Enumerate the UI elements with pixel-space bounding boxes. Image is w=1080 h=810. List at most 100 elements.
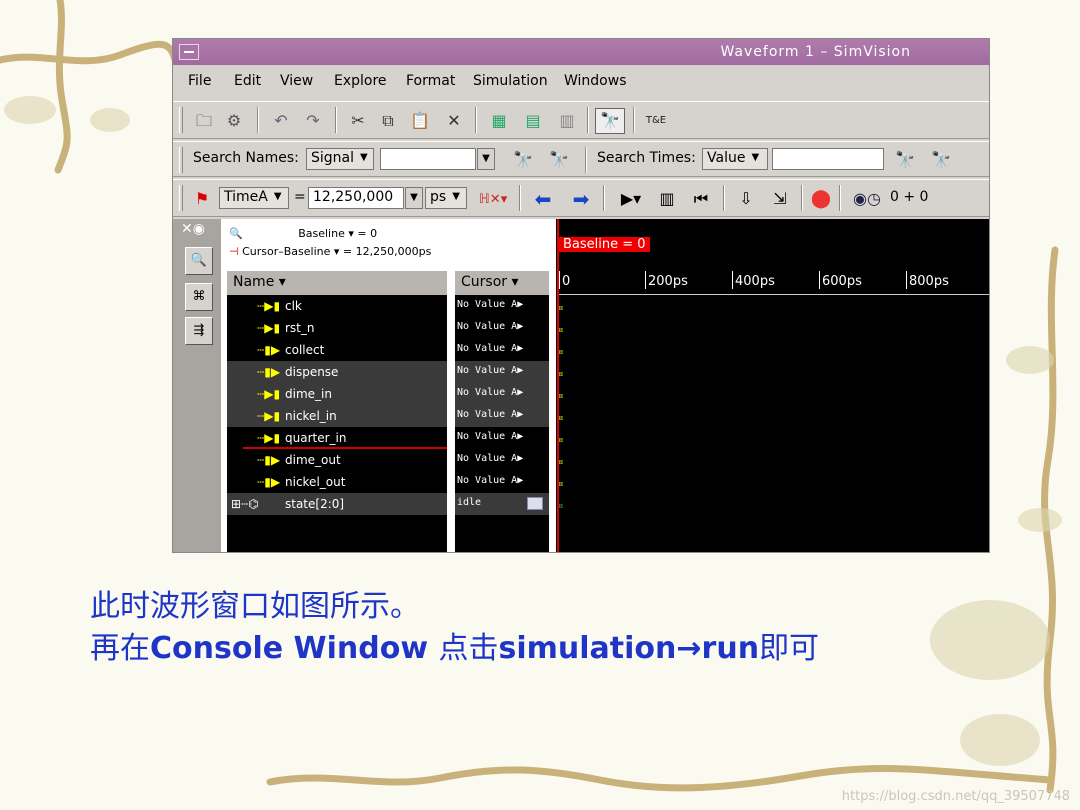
step-into-icon[interactable]: ⇩ <box>731 185 761 213</box>
baseline-info: 🔍 Baseline ▾ = 0 <box>229 227 378 240</box>
time-offset: 0 + 0 <box>890 189 929 205</box>
baseline-icon: 🔍 <box>229 227 243 240</box>
menu-windows[interactable]: Windows <box>564 73 627 89</box>
search-names-dropdown[interactable]: ▼ <box>477 148 495 170</box>
waveform-explore-icon[interactable]: ⌘ <box>185 283 213 311</box>
title-bar: Waveform 1 – SimVision <box>173 39 989 65</box>
arrow-left-icon[interactable]: ⬅ <box>527 187 559 211</box>
time-toolbar: ⚑ TimeA ▼ = 12,250,000 ▼ ps ▼ ℍ✕▾ ⬅ ➡ ▶▾ ▥… <box>173 179 989 217</box>
marker-flag-icon[interactable]: ⚑ <box>191 187 213 211</box>
stop-icon[interactable]: ⬤ <box>807 187 835 211</box>
signal-row[interactable]: ┄▶▮ dime_in <box>227 383 447 405</box>
menu-simulation[interactable]: Simulation <box>473 73 548 89</box>
cursor-value-row[interactable]: No Value A▶ <box>455 427 549 449</box>
svg-text:¤: ¤ <box>558 392 563 402</box>
window-menu-button[interactable] <box>179 44 199 60</box>
signal-row[interactable]: ┄▶▮ clk <box>227 295 447 317</box>
time-value-input[interactable]: 12,250,000 <box>308 187 404 209</box>
paste-icon[interactable]: 📋 <box>409 110 431 132</box>
time-offset-icon[interactable]: ◉◷ <box>847 187 887 211</box>
signal-row[interactable]: ┄▶▮ rst_n <box>227 317 447 339</box>
open-icon[interactable]: 🗀 <box>191 108 217 134</box>
cursor-value-row[interactable]: No Value A▶ <box>455 383 549 405</box>
bus-value-icon[interactable] <box>527 497 543 510</box>
bus-signal-icon: ⊞┄⌬ <box>231 497 259 511</box>
input-signal-icon: ┄▶▮ <box>257 409 281 423</box>
input-signal-icon: ┄▶▮ <box>257 321 281 335</box>
input-signal-icon: ┄▶▮ <box>257 387 281 401</box>
search-prev-icon[interactable]: 🔭 <box>507 148 539 172</box>
signal-row[interactable]: ┄▮▶ collect <box>227 339 447 361</box>
search-times-type-select[interactable]: Value ▼ <box>702 148 768 170</box>
run-icon[interactable]: ▶▾ <box>613 187 649 211</box>
signal-row[interactable]: ┄▶▮ nickel_in <box>227 405 447 427</box>
menu-format[interactable]: Format <box>406 73 455 89</box>
time-value-dropdown[interactable]: ▼ <box>405 187 423 209</box>
svg-text:¤: ¤ <box>558 502 563 512</box>
waveform-main-area: ✕◉ 🔍 ⌘ ⇶ 🔍 Baseline ▾ = 0 ⊣ Cursor–Basel… <box>173 219 989 552</box>
menu-view[interactable]: View <box>280 73 313 89</box>
waveform-traces: ¤ ¤ ¤ ¤ ¤ ¤ ¤ ¤ ¤ ¤ <box>558 304 563 512</box>
signal-row[interactable]: ⊞┄⌬ state[2:0] <box>227 493 447 515</box>
search-times-prev-icon[interactable]: 🔭 <box>889 148 921 172</box>
search-names-input[interactable] <box>380 148 476 170</box>
search-times-input[interactable] <box>772 148 884 170</box>
step-icon[interactable]: ▥ <box>653 187 681 211</box>
send-to-waveform-icon[interactable]: ▤ <box>519 110 547 132</box>
time-marker-select[interactable]: TimeA ▼ <box>219 187 289 209</box>
cut-icon[interactable]: ✂ <box>347 110 369 132</box>
step-over-icon[interactable]: ⇲ <box>765 185 795 213</box>
send-to-schematic-icon[interactable]: ▦ <box>485 110 513 132</box>
arrow-right-icon[interactable]: ➡ <box>565 187 597 211</box>
cursor-value-row[interactable]: No Value A▶ <box>455 317 549 339</box>
waveform-pane[interactable]: Baseline = 0 0 200ps 400ps 600ps 800ps ¤… <box>557 219 989 552</box>
cursor-value-row[interactable]: No Value A▶ <box>455 449 549 471</box>
name-column-header[interactable]: Name ▾ <box>227 271 447 295</box>
input-signal-icon: ┄▶▮ <box>257 431 281 445</box>
rewind-icon[interactable]: ⏮ <box>687 187 715 211</box>
delete-icon[interactable]: ✕ <box>443 110 465 132</box>
marker-options-icon[interactable]: ℍ✕▾ <box>473 187 513 211</box>
tick-label: 400ps <box>735 274 775 289</box>
window-title: Waveform 1 – SimVision <box>720 44 911 60</box>
cursor-value-row[interactable]: No Value A▶ <box>455 471 549 493</box>
copy-icon[interactable]: ⧉ <box>377 110 399 132</box>
menu-explore[interactable]: Explore <box>334 73 387 89</box>
undo-icon[interactable]: ↶ <box>269 110 293 132</box>
signal-row[interactable]: ┄▮▶ dispense <box>227 361 447 383</box>
search-names-type-select[interactable]: Signal ▼ <box>306 148 374 170</box>
time-ruler[interactable]: 0 200ps 400ps 600ps 800ps <box>557 271 989 295</box>
close-panel-icon[interactable]: ✕◉ <box>181 221 205 237</box>
settings-icon[interactable]: ⚙ <box>221 108 247 134</box>
cursor-value-row[interactable]: No Value A▶ <box>455 339 549 361</box>
cursor-column-header[interactable]: Cursor ▾ <box>455 271 549 295</box>
search-next-icon[interactable]: 🔭 <box>543 148 575 172</box>
text-edit-icon[interactable]: T&E <box>641 108 671 134</box>
watermark: https://blog.csdn.net/qq_39507748 <box>841 789 1070 804</box>
send-to-source-icon[interactable]: ▥ <box>553 110 581 132</box>
time-unit-select[interactable]: ps ▼ <box>425 187 467 209</box>
waveform-window: Waveform 1 – SimVision File Edit View Ex… <box>172 38 990 553</box>
zoom-icon[interactable]: 🔍 <box>185 247 213 275</box>
signal-row[interactable]: ┄▮▶ dime_out <box>227 449 447 471</box>
svg-text:¤: ¤ <box>558 480 563 490</box>
menu-file[interactable]: File <box>188 73 211 89</box>
cursor-value-row[interactable]: No Value A▶ <box>455 405 549 427</box>
output-signal-icon: ┄▮▶ <box>257 343 281 357</box>
svg-text:¤: ¤ <box>558 326 563 336</box>
cursor-value-row[interactable]: No Value A▶ <box>455 295 549 317</box>
menu-bar: File Edit View Explore Format Simulation… <box>173 67 989 95</box>
menu-edit[interactable]: Edit <box>234 73 261 89</box>
signal-row[interactable]: ┄▮▶ nickel_out <box>227 471 447 493</box>
cursor-value-row[interactable]: idle <box>455 493 549 515</box>
cursor-value-row[interactable]: No Value A▶ <box>455 361 549 383</box>
signal-row[interactable]: ┄▶▮ quarter_in <box>227 427 447 449</box>
signal-name-list: ┄▶▮ clk ┄▶▮ rst_n ┄▮▶ collect ┄▮▶ dispen… <box>227 295 447 552</box>
search-times-next-icon[interactable]: 🔭 <box>925 148 957 172</box>
find-icon[interactable]: 🔭 <box>595 108 625 134</box>
svg-text:¤: ¤ <box>558 304 563 314</box>
signal-flow-icon[interactable]: ⇶ <box>185 317 213 345</box>
output-signal-icon: ┄▮▶ <box>257 365 281 379</box>
tick-label: 200ps <box>648 274 688 289</box>
redo-icon[interactable]: ↷ <box>301 110 325 132</box>
